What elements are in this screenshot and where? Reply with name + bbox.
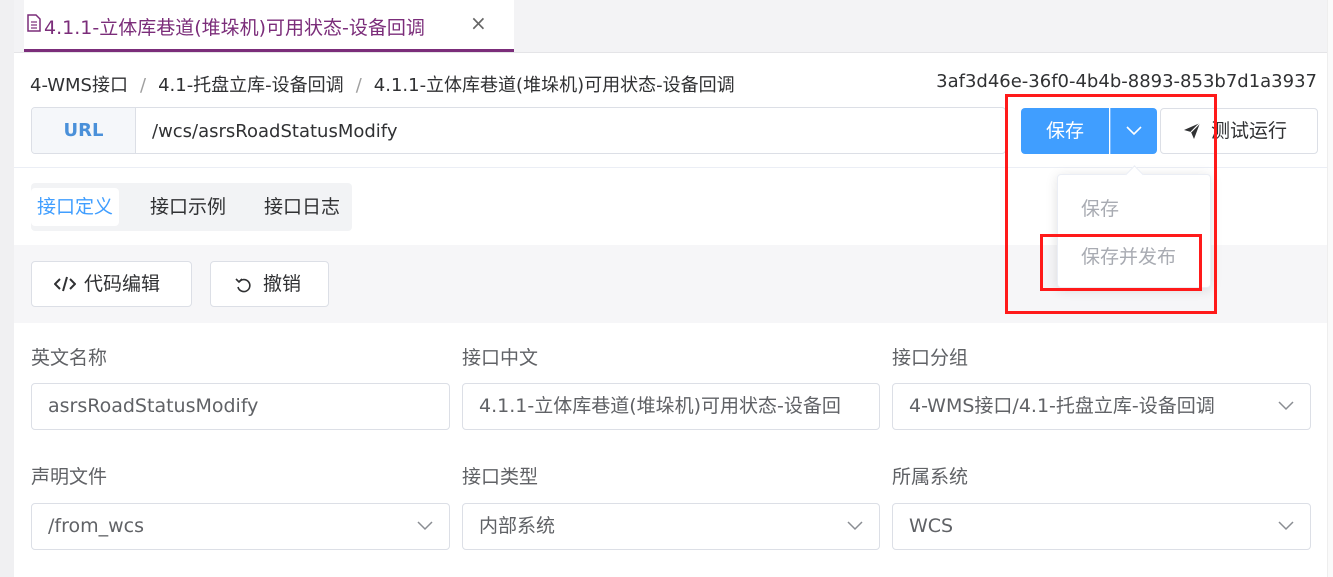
left-gutter <box>0 0 14 577</box>
system-label: 所属系统 <box>892 466 969 488</box>
scrollbar-track[interactable] <box>1327 0 1333 577</box>
code-edit-button[interactable]: 代码编辑 <box>31 261 192 307</box>
breadcrumb-item[interactable]: 4.1-托盘立库-设备回调 <box>158 75 344 96</box>
english-name-value: asrsRoadStatusModify <box>48 395 259 417</box>
breadcrumb-separator: / <box>139 75 147 96</box>
system-select[interactable]: WCS <box>892 503 1311 550</box>
declare-file-label: 声明文件 <box>31 466 108 488</box>
group-label: 接口分组 <box>892 347 969 369</box>
api-type-select[interactable]: 内部系统 <box>462 503 880 550</box>
tab-active[interactable]: 4.1.1-立体库巷道(堆垛机)可用状态-设备回调 × <box>24 0 514 52</box>
undo-icon <box>235 278 251 293</box>
tab-api-example[interactable]: 接口示例 <box>144 188 232 226</box>
breadcrumb: 4-WMS接口 / 4.1-托盘立库-设备回调 / 4.1.1-立体库巷道(堆垛机)可用… <box>30 71 735 97</box>
code-icon <box>54 276 76 292</box>
chevron-down-icon <box>417 521 433 531</box>
english-name-label: 英文名称 <box>31 347 108 369</box>
declare-file-value: /from_wcs <box>48 515 145 537</box>
code-edit-label: 代码编辑 <box>84 273 161 295</box>
chevron-down-icon <box>1278 401 1294 411</box>
group-value: 4-WMS接口/4.1-托盘立库-设备回调 <box>909 395 1215 417</box>
url-input[interactable] <box>150 108 994 153</box>
api-type-label: 接口类型 <box>462 466 539 488</box>
api-type-value: 内部系统 <box>479 515 556 537</box>
chevron-down-icon <box>847 521 863 531</box>
api-id: 3af3d46e-36f0-4b4b-8893-853b7d1a3937 <box>936 71 1317 92</box>
breadcrumb-item[interactable]: 4-WMS接口 <box>30 75 128 96</box>
annotation-box-inner <box>1040 234 1202 291</box>
undo-button[interactable]: 撤销 <box>210 261 329 307</box>
chevron-down-icon <box>1278 521 1294 531</box>
url-prefix-label: URL <box>32 108 136 153</box>
chinese-name-value: 4.1.1-立体库巷道(堆垛机)可用状态-设备回 <box>479 395 841 417</box>
tab-title: 4.1.1-立体库巷道(堆垛机)可用状态-设备回调 <box>44 17 425 39</box>
tab-api-definition[interactable]: 接口定义 <box>31 188 120 226</box>
chinese-name-label: 接口中文 <box>462 347 539 369</box>
tab-bar: 4.1.1-立体库巷道(堆垛机)可用状态-设备回调 × <box>14 0 1327 53</box>
subtab-bar: 接口定义 接口示例 接口日志 <box>31 183 352 231</box>
chinese-name-field[interactable]: 4.1.1-立体库巷道(堆垛机)可用状态-设备回 <box>462 383 880 430</box>
english-name-field[interactable]: asrsRoadStatusModify <box>31 383 450 430</box>
breadcrumb-item: 4.1.1-立体库巷道(堆垛机)可用状态-设备回调 <box>373 75 735 96</box>
system-value: WCS <box>909 515 954 537</box>
close-icon[interactable]: × <box>470 11 487 35</box>
declare-file-select[interactable]: /from_wcs <box>31 503 450 550</box>
breadcrumb-separator: / <box>355 75 362 96</box>
document-icon <box>27 14 41 32</box>
url-input-group: URL <box>31 107 1006 154</box>
tab-api-log[interactable]: 接口日志 <box>258 188 346 226</box>
group-select[interactable]: 4-WMS接口/4.1-托盘立库-设备回调 <box>892 383 1311 430</box>
undo-label: 撤销 <box>263 273 302 295</box>
test-run-label: 测试运行 <box>1211 120 1288 142</box>
